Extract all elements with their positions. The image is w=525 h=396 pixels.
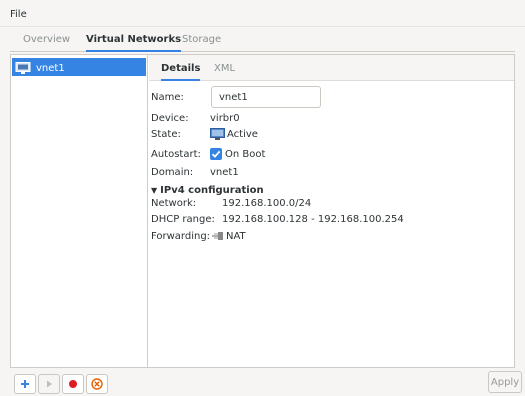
dhcp-value: 192.168.100.128 - 192.168.100.254 xyxy=(222,214,404,225)
device-label: Device: xyxy=(151,113,189,124)
name-label: Name: xyxy=(151,92,184,103)
delete-icon xyxy=(91,378,103,390)
forwarding-value: NAT xyxy=(226,231,246,242)
start-network-button[interactable] xyxy=(38,374,60,394)
autostart-checkbox[interactable] xyxy=(210,148,222,160)
add-icon xyxy=(21,380,29,388)
menu-file[interactable]: File xyxy=(10,9,27,20)
network-icon xyxy=(15,62,31,74)
main-tabs: Overview Virtual Networks Storage xyxy=(10,28,515,52)
tab-xml[interactable]: XML xyxy=(214,63,235,81)
tab-storage[interactable]: Storage xyxy=(182,34,221,52)
bottom-toolbar: Apply xyxy=(0,368,525,396)
dhcp-label: DHCP range: xyxy=(151,214,215,225)
checkmark-icon xyxy=(211,150,221,158)
stop-icon xyxy=(69,380,77,388)
network-label: Network: xyxy=(151,198,197,209)
tab-details[interactable]: Details xyxy=(161,63,201,81)
expander-down-icon: ▼ xyxy=(151,186,158,195)
start-icon xyxy=(47,380,52,388)
network-name: vnet1 xyxy=(36,62,65,74)
domain-label: Domain: xyxy=(151,167,194,178)
tab-virtual-networks[interactable]: Virtual Networks xyxy=(86,34,182,52)
device-value: virbr0 xyxy=(210,113,240,124)
name-field[interactable]: vnet1 xyxy=(211,86,321,108)
forwarding-label: Forwarding: xyxy=(151,231,211,242)
active-state-icon xyxy=(210,128,225,140)
networks-panel: vnet1 Details XML Name: vnet1 Device: vi… xyxy=(10,54,515,368)
network-value: 192.168.100.0/24 xyxy=(222,198,312,209)
domain-value: vnet1 xyxy=(210,167,239,178)
stop-network-button[interactable] xyxy=(62,374,84,394)
state-value: Active xyxy=(227,129,258,140)
nat-icon xyxy=(212,232,223,240)
network-details: Details XML Name: vnet1 Device: virbr0 S… xyxy=(149,55,514,367)
autostart-value: On Boot xyxy=(225,149,266,160)
network-list: vnet1 xyxy=(11,55,148,367)
apply-button[interactable]: Apply xyxy=(488,371,522,393)
autostart-label: Autostart: xyxy=(151,149,201,160)
detail-tabs: Details XML xyxy=(149,55,514,81)
list-item[interactable]: vnet1 xyxy=(12,58,146,76)
add-network-button[interactable] xyxy=(14,374,36,394)
delete-network-button[interactable] xyxy=(86,374,108,394)
menubar: File xyxy=(0,0,525,27)
tab-overview[interactable]: Overview xyxy=(23,34,70,52)
state-label: State: xyxy=(151,129,181,140)
ipv4-section-toggle[interactable]: ▼ IPv4 configuration xyxy=(151,185,264,196)
ipv4-title: IPv4 configuration xyxy=(160,185,264,196)
